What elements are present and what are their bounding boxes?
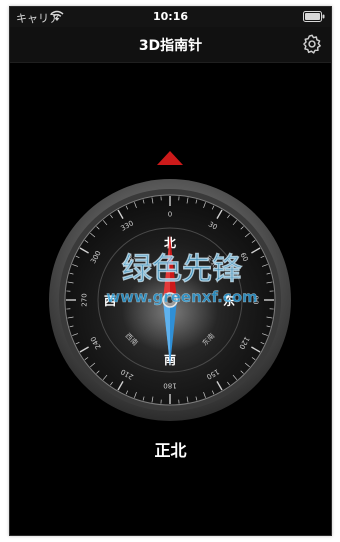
heading-label: 正北 bbox=[154, 441, 187, 460]
navigation-bar: 3D指南针 bbox=[10, 27, 331, 63]
app-screen: キャリア 10:16 3D指南针 0 30 60 90 120 150 180 … bbox=[9, 6, 332, 536]
north-pointer-triangle bbox=[157, 151, 183, 165]
cardinal-west: 西 bbox=[104, 294, 116, 308]
degree-label: 0 bbox=[168, 211, 172, 219]
cardinal-east: 东 bbox=[223, 293, 235, 308]
page-title: 3D指南针 bbox=[138, 38, 203, 54]
compass-dial: 0306090120150180210240270300330 北 东 南 西 … bbox=[49, 179, 291, 421]
degree-label: 180 bbox=[163, 382, 176, 390]
degree-label: 90 bbox=[252, 296, 260, 305]
status-time: 10:16 bbox=[152, 10, 188, 23]
status-bar: キャリア 10:16 bbox=[10, 7, 331, 27]
battery-icon bbox=[303, 11, 325, 22]
degree-label: 270 bbox=[81, 293, 89, 306]
gear-icon[interactable] bbox=[301, 33, 323, 55]
